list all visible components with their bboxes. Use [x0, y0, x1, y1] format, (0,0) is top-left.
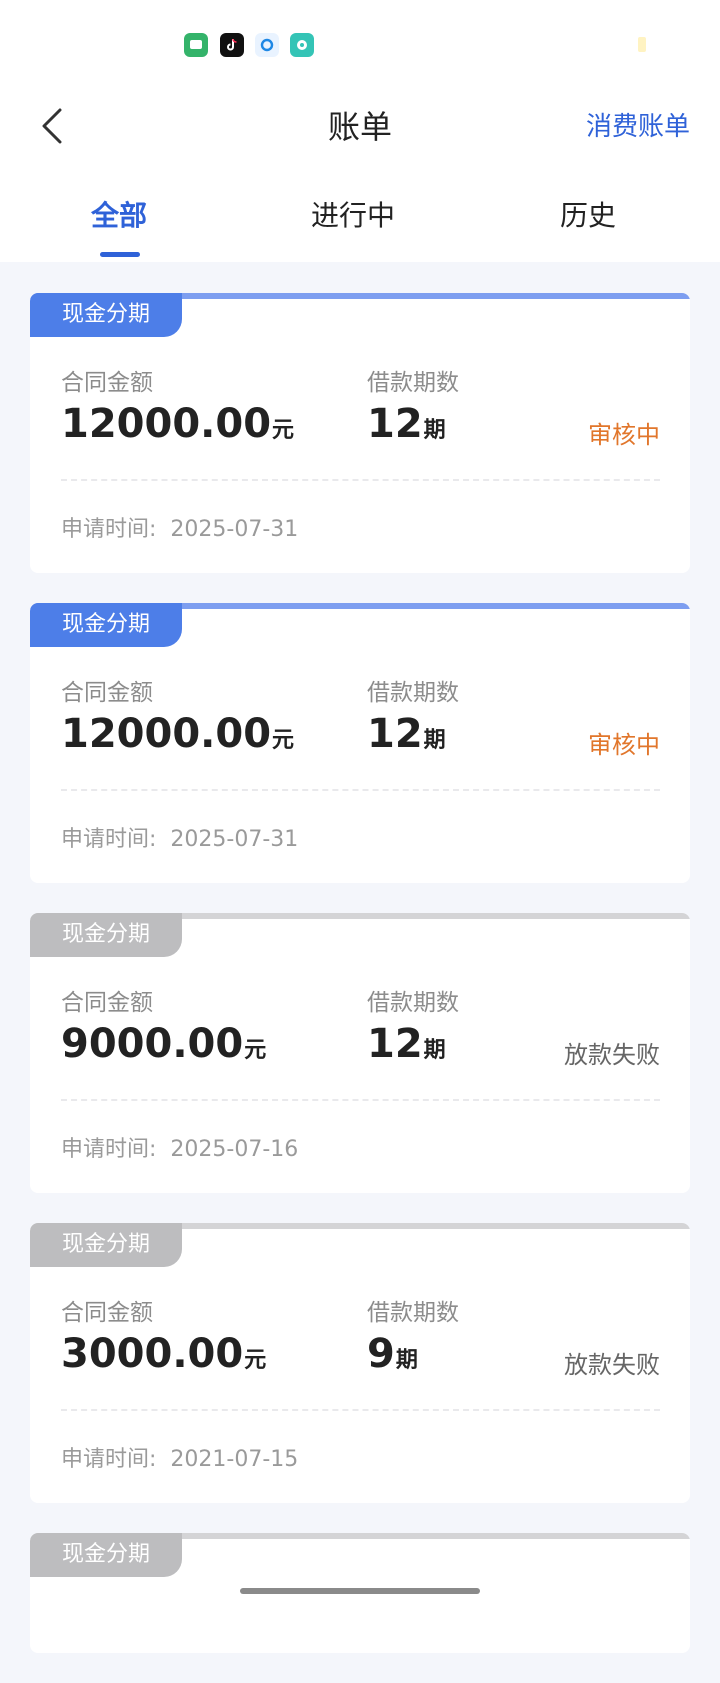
bill-card[interactable]: 现金分期 合同金额 借款期数 12000.00元 12期 审核中 申请时间: 20… — [30, 603, 690, 883]
status-badge: 放款失败 — [564, 1351, 660, 1379]
tiktok-app-icon — [220, 33, 244, 57]
periods-label: 借款期数 — [367, 990, 459, 1016]
product-badge: 现金分期 — [30, 913, 182, 957]
periods-label: 借款期数 — [367, 1300, 459, 1326]
tab-history[interactable]: 历史 — [560, 194, 616, 234]
product-badge: 现金分期 — [30, 1533, 182, 1577]
periods-label: 借款期数 — [367, 680, 459, 706]
tab-all[interactable]: 全部 — [91, 194, 147, 234]
amount-label: 合同金额 — [61, 680, 153, 706]
active-tab-indicator — [100, 252, 140, 257]
amount-value: 12000.00元 — [61, 401, 295, 447]
consumption-bill-link[interactable]: 消费账单 — [586, 106, 690, 143]
periods-value: 12期 — [367, 711, 446, 757]
apply-time: 申请时间: 2025-07-31 — [61, 517, 299, 542]
status-badge: 审核中 — [588, 731, 660, 759]
card-divider — [61, 1099, 660, 1101]
bill-card[interactable]: 现金分期 合同金额 借款期数 9000.00元 12期 放款失败 申请时间: 20… — [30, 913, 690, 1193]
navigation-bar: 账单 消费账单 — [0, 86, 720, 166]
messages-app-icon — [184, 33, 208, 57]
chat-app-icon — [290, 33, 314, 57]
card-divider — [61, 789, 660, 791]
status-badge: 放款失败 — [564, 1041, 660, 1069]
card-divider — [61, 479, 660, 481]
tab-in-progress[interactable]: 进行中 — [311, 194, 395, 234]
amount-label: 合同金额 — [61, 990, 153, 1016]
amount-value: 3000.00元 — [61, 1331, 267, 1377]
bill-card[interactable]: 现金分期 合同金额 借款期数 12000.00元 12期 审核中 申请时间: 20… — [30, 293, 690, 573]
browser-app-icon — [255, 33, 279, 57]
apply-time: 申请时间: 2025-07-16 — [61, 1137, 299, 1162]
status-bar — [0, 0, 720, 86]
header-area: 账单 消费账单 全部 进行中 历史 — [0, 0, 720, 262]
bill-card[interactable]: 现金分期 合同金额 借款期数 3000.00元 9期 放款失败 申请时间: 202… — [30, 1223, 690, 1503]
periods-value: 9期 — [367, 1331, 418, 1377]
apply-time: 申请时间: 2021-07-15 — [61, 1447, 299, 1472]
periods-value: 12期 — [367, 1021, 446, 1067]
amount-label: 合同金额 — [61, 1300, 153, 1326]
card-divider — [61, 1409, 660, 1411]
bill-list: 现金分期 合同金额 借款期数 12000.00元 12期 审核中 申请时间: 20… — [30, 293, 690, 1683]
product-badge: 现金分期 — [30, 1223, 182, 1267]
product-badge: 现金分期 — [30, 603, 182, 647]
apply-time: 申请时间: 2025-07-31 — [61, 827, 299, 852]
amount-value: 12000.00元 — [61, 711, 295, 757]
status-badge: 审核中 — [588, 421, 660, 449]
amount-value: 9000.00元 — [61, 1021, 267, 1067]
product-badge: 现金分期 — [30, 293, 182, 337]
home-indicator[interactable] — [240, 1588, 480, 1594]
tab-bar: 全部 进行中 历史 — [0, 186, 720, 262]
amount-label: 合同金额 — [61, 370, 153, 396]
periods-value: 12期 — [367, 401, 446, 447]
battery-icon — [638, 37, 646, 52]
periods-label: 借款期数 — [367, 370, 459, 396]
